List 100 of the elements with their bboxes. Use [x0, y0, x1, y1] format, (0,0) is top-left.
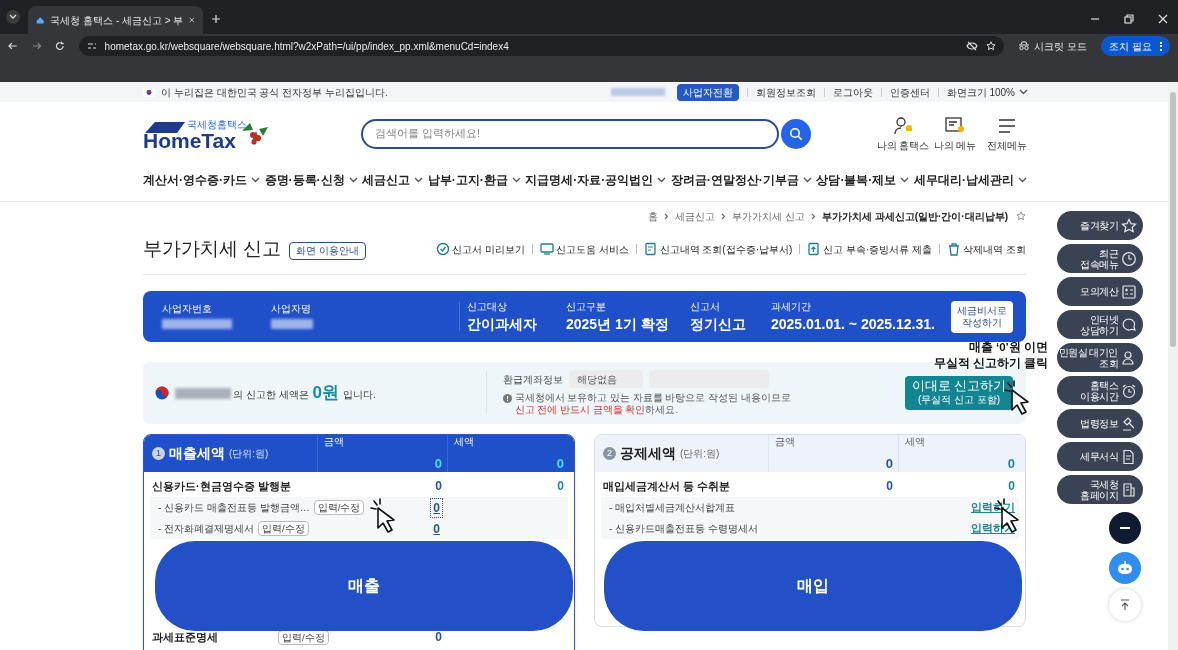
scrollbar[interactable] [1168, 82, 1178, 650]
action-link[interactable]: 신고 부속·증빙서류 제출 [807, 241, 933, 257]
section-label: 매입세금계산서 등 수취분 [602, 478, 732, 494]
nav-menu-item[interactable]: 세금신고 [362, 171, 424, 189]
chevron-down-icon [414, 177, 424, 183]
nav-menu-item[interactable]: 장려금·연말정산·기부금 [670, 171, 812, 189]
action-link[interactable]: 삭제내역 조회 [947, 241, 1026, 257]
amount-value: 0 [434, 478, 443, 495]
back-icon[interactable] [8, 41, 18, 51]
submit-button[interactable]: 이대로 신고하기 (무실적 신고 포함) [905, 376, 1013, 410]
amount-link[interactable]: 0 [431, 519, 442, 538]
edit-button[interactable]: 입력/수정 [258, 521, 309, 536]
amount-link[interactable]: 0 [431, 498, 442, 517]
site-info-icon[interactable] [86, 41, 97, 51]
bank-field[interactable]: 해당없음 [568, 370, 643, 388]
utility-link[interactable]: 로그아웃 [832, 84, 873, 100]
zoom-dropdown[interactable]: 화면크기 100% [946, 84, 1028, 100]
field-label: 사업자명 [271, 304, 312, 314]
breadcrumb-link[interactable]: 홈 [648, 208, 659, 224]
star-icon [1121, 217, 1137, 234]
annotation-text: 매출 ‘0’원 이면 [968, 340, 1048, 355]
field-value: 2025년 1기 확정 [566, 317, 670, 331]
quick-menu-button[interactable]: 홈택스 이용시간 [1057, 376, 1143, 405]
reload-icon[interactable] [55, 41, 65, 51]
business-switch-button[interactable]: 사업자전환 [676, 83, 739, 101]
building-icon [1121, 481, 1137, 498]
unit-label: (단위:원) [680, 447, 720, 461]
item-label: - 신용카드매출전표등 수령명세서 [609, 522, 758, 536]
total-value: 0 [884, 457, 893, 470]
redacted-text [610, 88, 665, 96]
edit-button[interactable]: 입력/수정 [313, 500, 365, 515]
chat-icon [1121, 316, 1137, 333]
chevron-down-icon [348, 177, 358, 183]
close-icon[interactable] [1158, 14, 1168, 24]
page-title: 부가가치세 신고 [143, 236, 282, 261]
utility-link[interactable]: 회원정보조회 [755, 84, 816, 100]
section-label: 신용카드·현금영수증 발행분 [151, 478, 292, 494]
logo[interactable]: 국세청홈택스 HomeTax [143, 116, 273, 151]
guide-button[interactable]: 화면 이용안내 [289, 241, 367, 260]
search-field[interactable]: 검색어를 입력하세요! [361, 118, 779, 149]
people-icon [1121, 349, 1137, 366]
annotation-text: 무실적 신고하기 클릭 [933, 356, 1048, 371]
collapse-button[interactable] [1109, 512, 1141, 544]
column-label: 금액 [775, 437, 796, 447]
chevron-down-icon [511, 177, 521, 183]
nav-menu-item[interactable]: 증명·등록·신청 [264, 171, 358, 189]
quick-menu-button[interactable]: 최근 접속메뉴 [1057, 244, 1143, 273]
quick-menu-button[interactable]: 즐겨찾기 [1057, 211, 1143, 240]
check-icon [436, 242, 450, 256]
nav-menu-item[interactable]: 지급명세·자료·공익법인 [525, 171, 667, 189]
breadcrumb-link[interactable]: 세금신고 [675, 208, 716, 224]
category-banner: 매출 [155, 541, 573, 631]
quick-menu-button[interactable]: 국세청 홈페이지 [1057, 475, 1143, 504]
quick-menu-button[interactable]: 모의계산 [1057, 277, 1143, 306]
nav-menu-item[interactable]: 납부·고지·환급 [427, 171, 521, 189]
update-button[interactable]: 조치 필요 [1101, 36, 1170, 56]
nav-menu-item[interactable]: 세무대리·납세관리 [913, 171, 1027, 189]
action-link[interactable]: 신고도움 서비스 [539, 241, 629, 257]
field-label: 사업자번호 [162, 304, 213, 314]
utility-link[interactable]: 인증센터 [889, 84, 930, 100]
total-value: 0 [555, 457, 564, 470]
tax-assistant-button[interactable]: 세금비서로 작성하기 [951, 300, 1013, 333]
quick-menu-button[interactable]: 법령정보 [1057, 409, 1143, 438]
eye-off-icon[interactable] [966, 41, 979, 51]
gavel-icon [1121, 415, 1137, 432]
quick-menu-button[interactable]: 민원실 대기인 조회 [1057, 343, 1143, 372]
tab-list-button[interactable] [6, 10, 20, 24]
nav-menu-item[interactable]: 상담·불복·제보 [816, 171, 910, 189]
category-banner: 매입 [604, 541, 1022, 631]
header-menu-link[interactable]: 전체메뉴 [986, 115, 1028, 152]
quick-menu-button[interactable]: 인터넷 상담하기 [1057, 310, 1143, 339]
browser-tab[interactable]: 국세청 홈택스 - 세금신고 > 부 [28, 6, 203, 34]
field-value: 간이과세자 [467, 317, 538, 331]
close-icon[interactable] [189, 16, 195, 24]
breadcrumb-link[interactable]: 부가가치세 신고 [732, 208, 805, 224]
action-link[interactable]: 신고내역 조회(접수증·납부서) [643, 241, 793, 257]
upload-icon [807, 242, 822, 256]
column-label: 세액 [905, 437, 926, 447]
total-value: 0 [433, 457, 442, 470]
star-icon[interactable] [1016, 211, 1026, 221]
search-button[interactable] [781, 118, 811, 149]
breadcrumb-link[interactable]: 부가가치세 과세신고(일반·간이·대리납부) [821, 208, 1008, 224]
header-menu-link[interactable]: 나의 메뉴 [934, 115, 976, 152]
nav-menu-item[interactable]: 계산서·영수증·카드 [143, 171, 260, 189]
address-bar[interactable]: hometax.go.kr/websquare/websquare.html?w2xPath=/ui/pp/index_pp.xml&menuCd=index4 [78, 36, 1005, 56]
search-icon [789, 126, 803, 141]
new-tab-icon[interactable] [211, 14, 221, 24]
chevron-right-icon [664, 212, 670, 220]
amount-value: 0 [885, 478, 894, 495]
chevron-down-icon [9, 14, 17, 20]
notice-text: 국세청에서 보유하고 있는 자료를 바탕으로 작성된 내용이므로 신고 전에 반드시 금액을 확인하세요. [514, 392, 792, 416]
forward-icon[interactable] [31, 41, 42, 51]
action-link[interactable]: 신고서 미리보기 [436, 241, 525, 257]
input-link[interactable]: 입력하기 [971, 499, 1015, 516]
restore-icon[interactable] [1124, 14, 1134, 24]
step-number: 2 [603, 447, 616, 460]
quick-menu-button[interactable]: 세무서식 [1057, 442, 1143, 471]
field-label: 신고서 [690, 302, 721, 312]
chatbot-button[interactable] [1109, 552, 1141, 584]
item-label: - 매입처별세금계산서합계표 [609, 501, 736, 515]
